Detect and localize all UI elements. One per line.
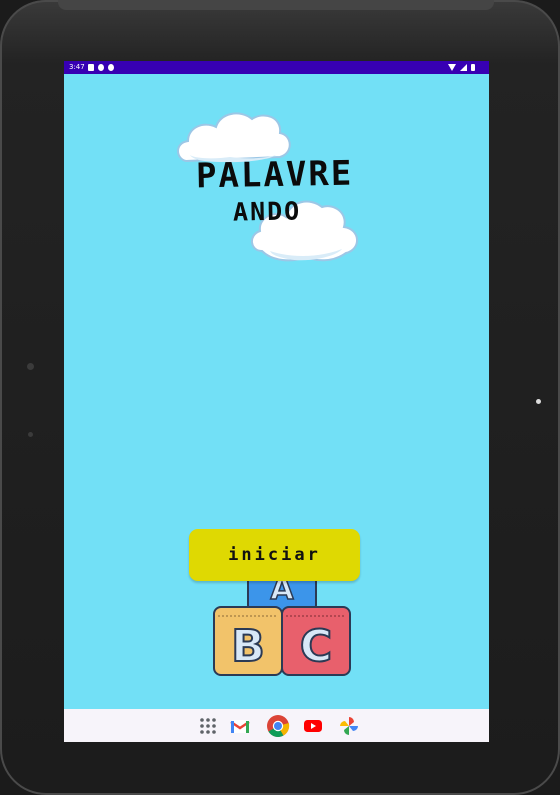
app-drawer-icon[interactable] (198, 716, 218, 736)
device-top-edge (58, 0, 494, 10)
status-time: 3:47 (69, 63, 85, 71)
notification-icon (98, 64, 104, 71)
app-screen: 3:47 PALAVRE ANDO A B C iniciar (64, 61, 489, 742)
block-letter-c: C (300, 621, 332, 672)
notification-icon (108, 64, 114, 71)
wifi-icon (448, 64, 456, 71)
abc-blocks-icon: A B C (213, 565, 351, 676)
sd-card-icon (88, 64, 94, 71)
status-system-icons (448, 64, 475, 71)
side-button-upper (27, 363, 34, 370)
tablet-frame: 3:47 PALAVRE ANDO A B C iniciar (0, 0, 560, 795)
chrome-icon[interactable] (266, 714, 290, 738)
block-letter-b: B (231, 621, 265, 672)
abc-blocks-illustration: A B C (212, 565, 352, 686)
status-notifications (88, 64, 114, 71)
battery-icon (471, 64, 475, 71)
photos-icon[interactable] (339, 716, 359, 736)
gmail-icon[interactable] (230, 716, 250, 736)
youtube-icon[interactable] (303, 716, 323, 736)
logo-title-line2: ANDO (232, 196, 302, 227)
app-logo: PALAVRE ANDO (176, 111, 372, 271)
side-button-lower (28, 432, 33, 437)
logo-title-line1: PALAVRE (195, 153, 354, 197)
status-bar: 3:47 (64, 61, 489, 74)
start-button[interactable]: iniciar (189, 529, 360, 581)
cell-signal-icon (460, 64, 467, 71)
front-camera (536, 399, 541, 404)
navigation-bar (64, 709, 489, 742)
